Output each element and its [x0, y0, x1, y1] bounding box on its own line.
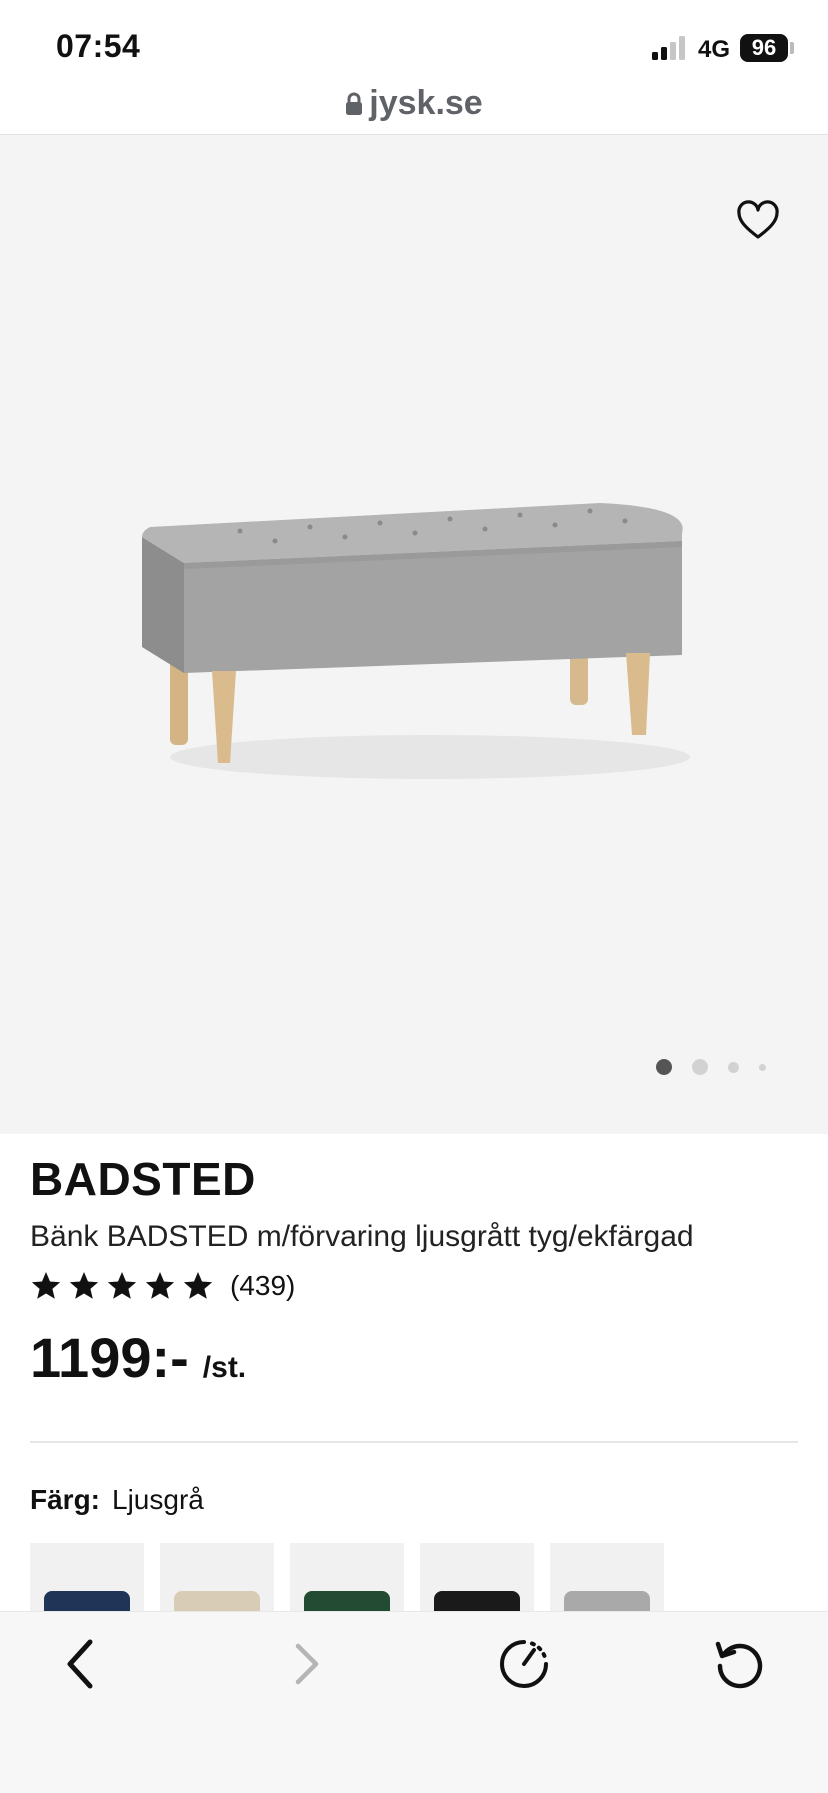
signal-icon	[652, 36, 685, 60]
swatch-preview	[564, 1591, 650, 1611]
heart-outline-icon[interactable]	[734, 197, 782, 245]
swatch-preview	[174, 1591, 260, 1611]
price-row: 1199:- /st.	[30, 1325, 246, 1390]
pagination-dot[interactable]	[728, 1061, 739, 1073]
address-bar[interactable]: jysk.se	[0, 84, 828, 134]
lock-icon	[346, 92, 363, 115]
product-brand: BADSTED	[30, 1153, 256, 1205]
color-selection: Färg: Ljusgrå	[30, 1484, 204, 1516]
color-swatch-black[interactable]	[420, 1543, 534, 1611]
swatch-preview	[304, 1591, 390, 1611]
color-swatch-beige[interactable]	[160, 1543, 274, 1611]
gallery-pagination[interactable]	[656, 1059, 766, 1075]
color-swatch-green[interactable]	[290, 1543, 404, 1611]
reload-icon[interactable]	[708, 1632, 772, 1696]
swatch-preview	[434, 1591, 520, 1611]
swatch-preview	[44, 1591, 130, 1611]
pagination-dot-active[interactable]	[656, 1059, 672, 1075]
battery-tip	[790, 42, 794, 54]
pagination-dot[interactable]	[692, 1059, 708, 1075]
star-icon	[183, 1272, 213, 1299]
speedometer-icon[interactable]	[492, 1632, 556, 1696]
divider	[30, 1441, 798, 1443]
rating-count: (439)	[230, 1270, 296, 1301]
selected-color: Ljusgrå	[112, 1484, 204, 1515]
pagination-dot[interactable]	[759, 1063, 766, 1071]
chevron-right-icon[interactable]	[274, 1632, 338, 1696]
color-swatches	[30, 1543, 664, 1611]
battery-indicator: 96	[740, 34, 788, 62]
price-unit: /st.	[202, 1351, 247, 1384]
price: 1199:-	[30, 1326, 189, 1389]
color-swatch-blue[interactable]	[30, 1543, 144, 1611]
status-time: 07:54	[56, 28, 141, 64]
product-gallery[interactable]	[0, 135, 828, 1134]
star-icon	[69, 1272, 99, 1299]
url-text: jysk.se	[369, 84, 483, 122]
network-type: 4G	[698, 36, 731, 63]
color-label: Färg:	[30, 1484, 100, 1515]
status-bar: 07:54 4G 96	[0, 0, 828, 96]
star-icon	[31, 1272, 61, 1299]
star-icon	[145, 1272, 175, 1299]
product-name: Bänk BADSTED m/förvaring ljusgrått tyg/e…	[30, 1220, 694, 1253]
color-swatch-light-grey[interactable]	[550, 1543, 664, 1611]
star-icon	[107, 1272, 137, 1299]
browser-toolbar	[0, 1611, 828, 1793]
chevron-left-icon[interactable]	[52, 1632, 116, 1696]
product-image-bench	[142, 503, 690, 779]
rating[interactable]: (439)	[30, 1270, 295, 1302]
